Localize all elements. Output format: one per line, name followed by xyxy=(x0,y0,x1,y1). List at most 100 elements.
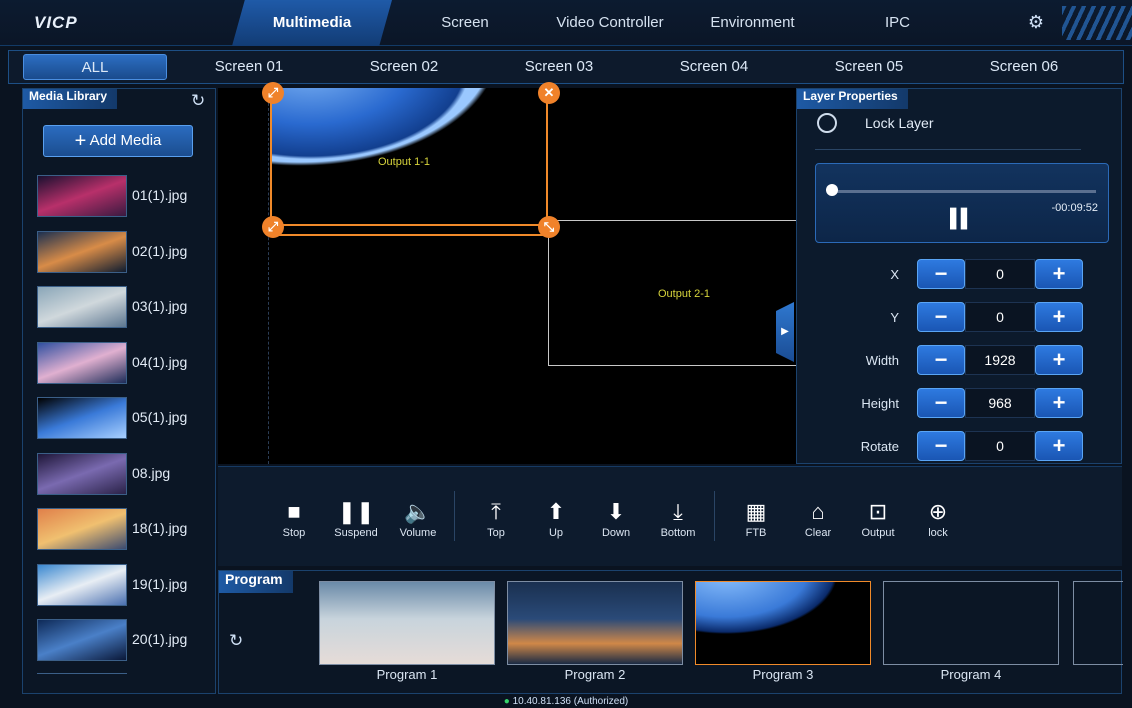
media-thumbnail xyxy=(37,452,127,495)
screen-tab-06[interactable]: Screen 06 xyxy=(974,54,1074,80)
lock-button[interactable]: ⊕ lock xyxy=(908,499,968,539)
status-dot-icon: ● xyxy=(503,696,510,707)
tool-label: Bottom xyxy=(660,527,696,539)
program-slot-label: Program 2 xyxy=(564,667,626,682)
nav-tab-video-controller[interactable]: Video Controller xyxy=(535,0,685,46)
x-increment-button[interactable]: + xyxy=(1035,259,1083,289)
up-button[interactable]: ⬆ Up xyxy=(526,499,586,539)
tool-label: Up xyxy=(548,527,564,539)
x-decrement-button[interactable]: − xyxy=(917,259,965,289)
top-button[interactable]: ⤒ Top xyxy=(466,499,526,539)
media-item[interactable]: 18(1).jpg xyxy=(37,508,207,550)
media-item[interactable]: 20(1).jpg xyxy=(37,619,207,661)
stop-button[interactable]: ■ Stop xyxy=(264,499,324,539)
program-refresh-icon[interactable]: ↻ xyxy=(229,631,243,651)
guide-line xyxy=(268,88,269,464)
media-thumbnail xyxy=(37,619,127,661)
lock-layer-radio[interactable] xyxy=(817,113,837,133)
plus-icon: + xyxy=(74,130,87,152)
layer-toolbar: ■ Stop ❚❚ Suspend 🔈 Volume ⤒ Top ⬆ Up ⬇ Down ⤓ Bottom… xyxy=(218,466,1122,566)
media-thumbnail xyxy=(37,230,127,273)
program-slot[interactable] xyxy=(507,581,683,665)
program-panel: Program ↻ Program 1 Program 2 Program 3 Pro… xyxy=(218,570,1123,694)
rotate-decrement-button[interactable]: − xyxy=(917,431,965,461)
media-item-name: 19(1).jpg xyxy=(132,575,188,592)
volume-button[interactable]: 🔈 Volume xyxy=(388,499,448,539)
y-decrement-button[interactable]: − xyxy=(917,302,965,332)
media-item-name: 03(1).jpg xyxy=(132,298,188,314)
screen-tab-02[interactable]: Screen 02 xyxy=(354,54,454,80)
tool-label: Stop xyxy=(282,527,306,539)
media-item[interactable]: 05(1).jpg xyxy=(37,397,207,439)
media-thumbnail xyxy=(37,508,127,550)
nav-tab-screen[interactable]: Screen xyxy=(420,0,510,46)
pause-icon[interactable]: ▌▌ xyxy=(950,208,973,229)
screen-tab-03[interactable]: Screen 03 xyxy=(509,54,609,80)
y-value-field[interactable]: 0 xyxy=(965,302,1035,332)
y-increment-button[interactable]: + xyxy=(1035,302,1083,332)
media-item[interactable]: 02(1).jpg xyxy=(37,230,207,273)
lock-icon: ⊕ xyxy=(928,499,948,524)
layer-properties-title: Layer Properties xyxy=(797,89,908,109)
collapse-panel-handle[interactable]: ▶ xyxy=(776,302,794,362)
media-item[interactable]: 03(1).jpg xyxy=(37,286,207,328)
height-value-field[interactable]: 968 xyxy=(965,388,1035,418)
screen-tab-04[interactable]: Screen 04 xyxy=(664,54,764,80)
resize-handle-bottom-left[interactable]: ⤢ xyxy=(262,216,284,238)
close-layer-icon[interactable]: ✕ xyxy=(538,82,560,104)
refresh-icon[interactable]: ↻ xyxy=(191,91,205,111)
selection-box[interactable] xyxy=(270,88,548,226)
media-item[interactable]: 04(1).jpg xyxy=(37,341,207,384)
nav-tab-ipc[interactable]: IPC xyxy=(860,0,935,46)
list-divider xyxy=(37,673,127,674)
height-decrement-button[interactable]: − xyxy=(917,388,965,418)
resize-handle-bottom-right[interactable]: ⤡ xyxy=(538,216,560,238)
progress-knob[interactable] xyxy=(826,184,838,196)
move-top-icon: ⤒ xyxy=(491,499,501,524)
tool-label: lock xyxy=(928,527,948,539)
screen-tab-all[interactable]: ALL xyxy=(23,54,167,80)
output-2-label: Output 2-1 xyxy=(658,288,710,300)
rotate-increment-button[interactable]: + xyxy=(1035,431,1083,461)
divider xyxy=(815,149,1081,150)
screen-tab-01[interactable]: Screen 01 xyxy=(199,54,299,80)
bottom-button[interactable]: ⤓ Bottom xyxy=(648,499,708,539)
x-value-field[interactable]: 0 xyxy=(965,259,1035,289)
nav-tab-environment[interactable]: Environment xyxy=(695,0,810,46)
ftb-button[interactable]: ▦ FTB xyxy=(726,499,786,539)
tool-label: Volume xyxy=(399,527,437,539)
gear-icon[interactable]: ⚙ xyxy=(1026,12,1046,32)
program-slot[interactable] xyxy=(883,581,1059,665)
rotate-value-field[interactable]: 0 xyxy=(965,431,1035,461)
suspend-button[interactable]: ❚❚ Suspend xyxy=(326,499,386,539)
resize-handle-top-left[interactable]: ⤢ xyxy=(262,82,284,104)
nav-tab-multimedia[interactable]: Multimedia xyxy=(232,0,392,46)
program-slot-label: Program 4 xyxy=(940,667,1002,682)
width-value-field[interactable]: 1928 xyxy=(965,345,1035,375)
preview-canvas[interactable]: Output 1-1 Output 2-1 ⤢ ✕ ⤢ ⤡ xyxy=(218,82,830,464)
media-item[interactable]: 08.jpg xyxy=(37,452,207,495)
media-player: -00:09:52 ▌▌ xyxy=(815,163,1109,243)
down-button[interactable]: ⬇ Down xyxy=(586,499,646,539)
height-increment-button[interactable]: + xyxy=(1035,388,1083,418)
output-button[interactable]: ⊡ Output xyxy=(848,499,908,539)
move-bottom-icon: ⤓ xyxy=(673,499,683,524)
decorative-stripes xyxy=(1062,6,1132,40)
volume-icon: 🔈 xyxy=(404,499,432,524)
width-decrement-button[interactable]: − xyxy=(917,345,965,375)
tool-label: Down xyxy=(601,527,631,539)
media-item-name: 01(1).jpg xyxy=(132,187,188,203)
progress-track[interactable] xyxy=(830,190,1096,193)
media-item[interactable]: 01(1).jpg xyxy=(37,175,207,217)
media-item-name: 08.jpg xyxy=(132,464,171,481)
clear-button[interactable]: ⌂ Clear xyxy=(788,499,848,539)
add-media-button[interactable]: + Add Media xyxy=(43,125,193,157)
program-slot[interactable] xyxy=(319,581,495,665)
program-slot[interactable] xyxy=(695,581,871,665)
media-item[interactable]: 19(1).jpg xyxy=(37,563,207,606)
media-item-name: 02(1).jpg xyxy=(132,242,188,259)
tool-label: Output xyxy=(861,527,895,539)
program-slot-partial[interactable] xyxy=(1073,581,1123,665)
screen-tab-05[interactable]: Screen 05 xyxy=(819,54,919,80)
width-increment-button[interactable]: + xyxy=(1035,345,1083,375)
